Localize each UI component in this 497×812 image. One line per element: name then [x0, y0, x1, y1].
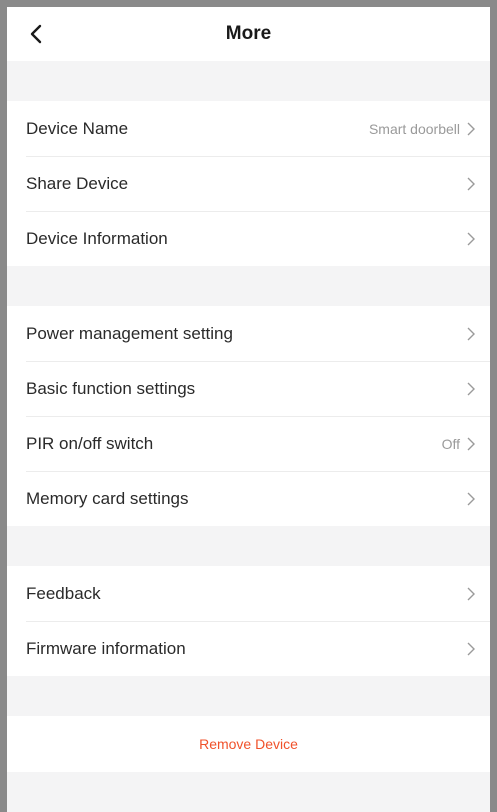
row-right: Off [442, 436, 476, 452]
row-right [466, 326, 476, 342]
chevron-right-icon [467, 492, 475, 505]
chevron-right-icon [467, 642, 475, 655]
row-label: Share Device [26, 173, 129, 193]
chevron-left-icon [30, 24, 42, 44]
chevron-right-icon [467, 327, 475, 340]
row-label: Power management setting [26, 323, 233, 343]
row-device-information[interactable]: Device Information [7, 211, 490, 266]
chevron-right-icon [467, 122, 475, 135]
row-right [466, 231, 476, 247]
row-label: Firmware information [26, 638, 186, 658]
row-right [466, 491, 476, 507]
row-power-management[interactable]: Power management setting [7, 306, 490, 361]
back-button[interactable] [21, 19, 51, 49]
row-device-name[interactable]: Device Name Smart doorbell [7, 101, 490, 156]
settings-section-support: Feedback Firmware information [7, 566, 490, 676]
chevron-right-icon [467, 437, 475, 450]
remove-device-button[interactable]: Remove Device [7, 716, 490, 772]
row-label: Device Information [26, 228, 168, 248]
row-firmware-information[interactable]: Firmware information [7, 621, 490, 676]
page-title: More [225, 23, 272, 44]
chevron-right-icon [467, 177, 475, 190]
row-right [466, 176, 476, 192]
chevron-right-icon [467, 232, 475, 245]
settings-section-device: Device Name Smart doorbell Share Device … [7, 101, 490, 266]
row-basic-function-settings[interactable]: Basic function settings [7, 361, 490, 416]
row-right [466, 586, 476, 602]
pir-status-value: Off [441, 435, 460, 452]
row-label: Device Name [26, 118, 129, 138]
row-label: Feedback [26, 583, 101, 603]
row-share-device[interactable]: Share Device [7, 156, 490, 211]
header-bar: More [7, 7, 490, 61]
row-feedback[interactable]: Feedback [7, 566, 490, 621]
settings-section-functions: Power management setting Basic function … [7, 306, 490, 526]
chevron-right-icon [467, 382, 475, 395]
remove-device-label: Remove Device [199, 736, 298, 752]
device-name-value: Smart doorbell [368, 120, 460, 137]
row-right [466, 641, 476, 657]
row-label: PIR on/off switch [26, 433, 154, 453]
app-frame: More Device Name Smart doorbell Share De… [0, 0, 497, 812]
row-label: Memory card settings [26, 488, 189, 508]
row-memory-card-settings[interactable]: Memory card settings [7, 471, 490, 526]
row-right: Smart doorbell [369, 121, 476, 137]
row-pir-switch[interactable]: PIR on/off switch Off [7, 416, 490, 471]
row-right [466, 381, 476, 397]
row-label: Basic function settings [26, 378, 196, 398]
chevron-right-icon [467, 587, 475, 600]
